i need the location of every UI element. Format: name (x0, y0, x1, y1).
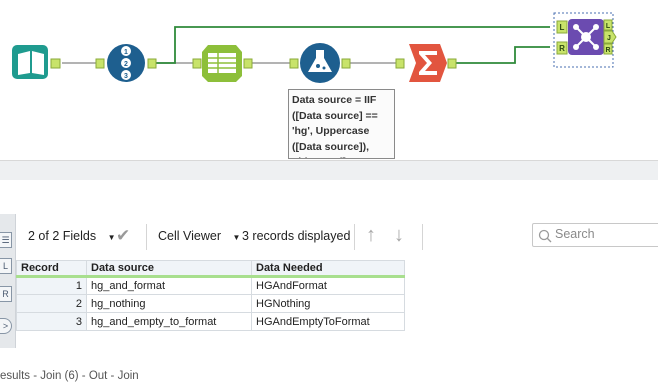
toolbar-divider (422, 224, 423, 250)
formula-tool-input-anchor[interactable] (289, 58, 299, 69)
results-toolbar: 2 of 2 Fields ▼ ✔ Cell Viewer ▼ 3 record… (16, 218, 658, 258)
cell-viewer-selector[interactable]: Cell Viewer ▼ (158, 229, 240, 243)
join-output-left-label: L (606, 23, 611, 30)
chevron-down-icon: ▼ (232, 233, 241, 242)
cell-viewer-label: Cell Viewer (158, 229, 221, 243)
table-row[interactable]: 2 hg_nothing HGNothing (16, 294, 405, 313)
chevron-down-icon: ▼ (107, 233, 116, 242)
fields-label: 2 of 2 Fields (28, 229, 97, 243)
records-count: 3 records displayed (242, 229, 351, 243)
connection-summarize-join-right (456, 46, 550, 64)
select-tool-input-anchor[interactable] (192, 58, 202, 69)
workflow-canvas[interactable]: 1 2 3 L R L J R Data source = IIF ([Data… (0, 0, 658, 160)
arrow-down-icon[interactable]: ↓ (394, 224, 404, 247)
table-row[interactable]: 3 hg_and_empty_to_format HGAndEmptyToFor… (16, 312, 405, 331)
output-tab-icon[interactable]: > (0, 318, 12, 334)
search-box[interactable] (532, 223, 658, 247)
panel-splitter[interactable] (0, 160, 658, 180)
record-id-tool[interactable]: 1 2 3 (95, 44, 157, 82)
record-tool-input-anchor[interactable] (95, 58, 105, 69)
input-tool-output-anchor[interactable] (50, 58, 61, 69)
data-source-cell[interactable]: hg_and_empty_to_format (86, 312, 252, 331)
grid-header-row: Record Data source Data Needed (16, 260, 405, 278)
search-input[interactable] (555, 227, 655, 241)
column-header-data-needed[interactable]: Data Needed (251, 260, 405, 278)
results-side-toolbar: ☰ L R > (0, 214, 16, 348)
table-row[interactable]: 1 hg_and_format HGAndFormat (16, 276, 405, 295)
column-header-record[interactable]: Record (16, 260, 87, 278)
fields-selector[interactable]: 2 of 2 Fields ▼ (28, 229, 116, 243)
summarize-tool-input-anchor[interactable] (395, 58, 405, 69)
select-tool[interactable] (192, 45, 253, 82)
formula-tool[interactable] (289, 43, 351, 83)
record-cell[interactable]: 3 (16, 312, 87, 331)
data-source-cell[interactable]: hg_nothing (86, 294, 252, 313)
join-output-join-label: J (607, 35, 611, 42)
left-input-tab[interactable]: L (0, 258, 12, 274)
results-header: esults - Join (6) - Out - Join (0, 180, 658, 382)
summarize-tool-output-anchor[interactable] (447, 58, 457, 69)
svg-text:3: 3 (124, 73, 128, 80)
data-needed-cell[interactable]: HGAndEmptyToFormat (251, 312, 405, 331)
join-anchor-left-label: L (560, 23, 565, 32)
input-data-tool[interactable] (12, 45, 61, 79)
join-output-right-label: R (605, 47, 610, 54)
svg-text:1: 1 (124, 49, 128, 56)
data-needed-cell[interactable]: HGAndFormat (251, 276, 405, 295)
results-title: esults - Join (6) - Out - Join (0, 370, 139, 382)
results-grid: Record Data source Data Needed 1 hg_and_… (16, 260, 405, 331)
formula-tool-output-anchor[interactable] (341, 58, 351, 69)
checkmark-icon[interactable]: ✔ (116, 226, 130, 246)
toolbar-divider (354, 224, 355, 250)
search-icon (538, 229, 552, 243)
table-view-icon[interactable]: ☰ (0, 232, 12, 248)
join-tool[interactable]: L R L J R (553, 12, 617, 68)
record-cell[interactable]: 2 (16, 294, 87, 313)
data-needed-cell[interactable]: HGNothing (251, 294, 405, 313)
right-input-tab[interactable]: R (0, 286, 12, 302)
column-header-data-source[interactable]: Data source (86, 260, 252, 278)
record-cell[interactable]: 1 (16, 276, 87, 295)
svg-text:2: 2 (124, 61, 128, 68)
record-tool-output-anchor[interactable] (147, 58, 157, 69)
select-tool-output-anchor[interactable] (243, 58, 253, 69)
toolbar-divider (146, 224, 147, 250)
join-anchor-right-label: R (559, 44, 565, 53)
data-source-cell[interactable]: hg_and_format (86, 276, 252, 295)
formula-annotation: Data source = IIF ([Data source] == 'hg'… (288, 89, 395, 159)
summarize-tool[interactable] (395, 44, 457, 82)
arrow-up-icon[interactable]: ↑ (366, 224, 376, 247)
